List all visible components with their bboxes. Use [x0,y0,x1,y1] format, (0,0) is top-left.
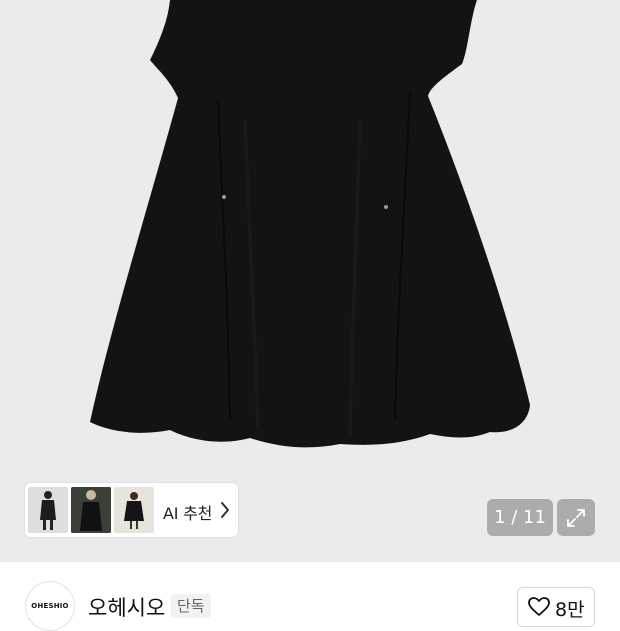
like-button[interactable]: 8만 [517,587,595,627]
brand-logo-text: OHESHIO [31,602,69,610]
product-image[interactable] [0,0,620,562]
ai-recommend-label: AI 추천 [163,504,213,523]
image-page-counter: 1 / 11 [487,499,553,536]
ai-recommend-panel[interactable]: AI 추천 [25,483,238,537]
dress-image [90,0,530,448]
brand-name[interactable]: 오헤시오 [88,592,165,622]
expand-icon [567,508,585,527]
outfit-thumbnail[interactable] [71,487,111,533]
expand-image-button[interactable] [557,499,595,536]
outfit-thumbnail[interactable] [114,487,154,533]
brand-row: OHESHIO 오헤시오 단독 8만 [0,562,620,631]
brand-logo[interactable]: OHESHIO [25,581,75,631]
like-count: 8만 [555,599,585,621]
heart-icon [528,597,550,616]
exclusive-badge: 단독 [171,594,211,618]
outfit-thumbnail[interactable] [28,487,68,533]
chevron-right-icon [221,502,229,518]
